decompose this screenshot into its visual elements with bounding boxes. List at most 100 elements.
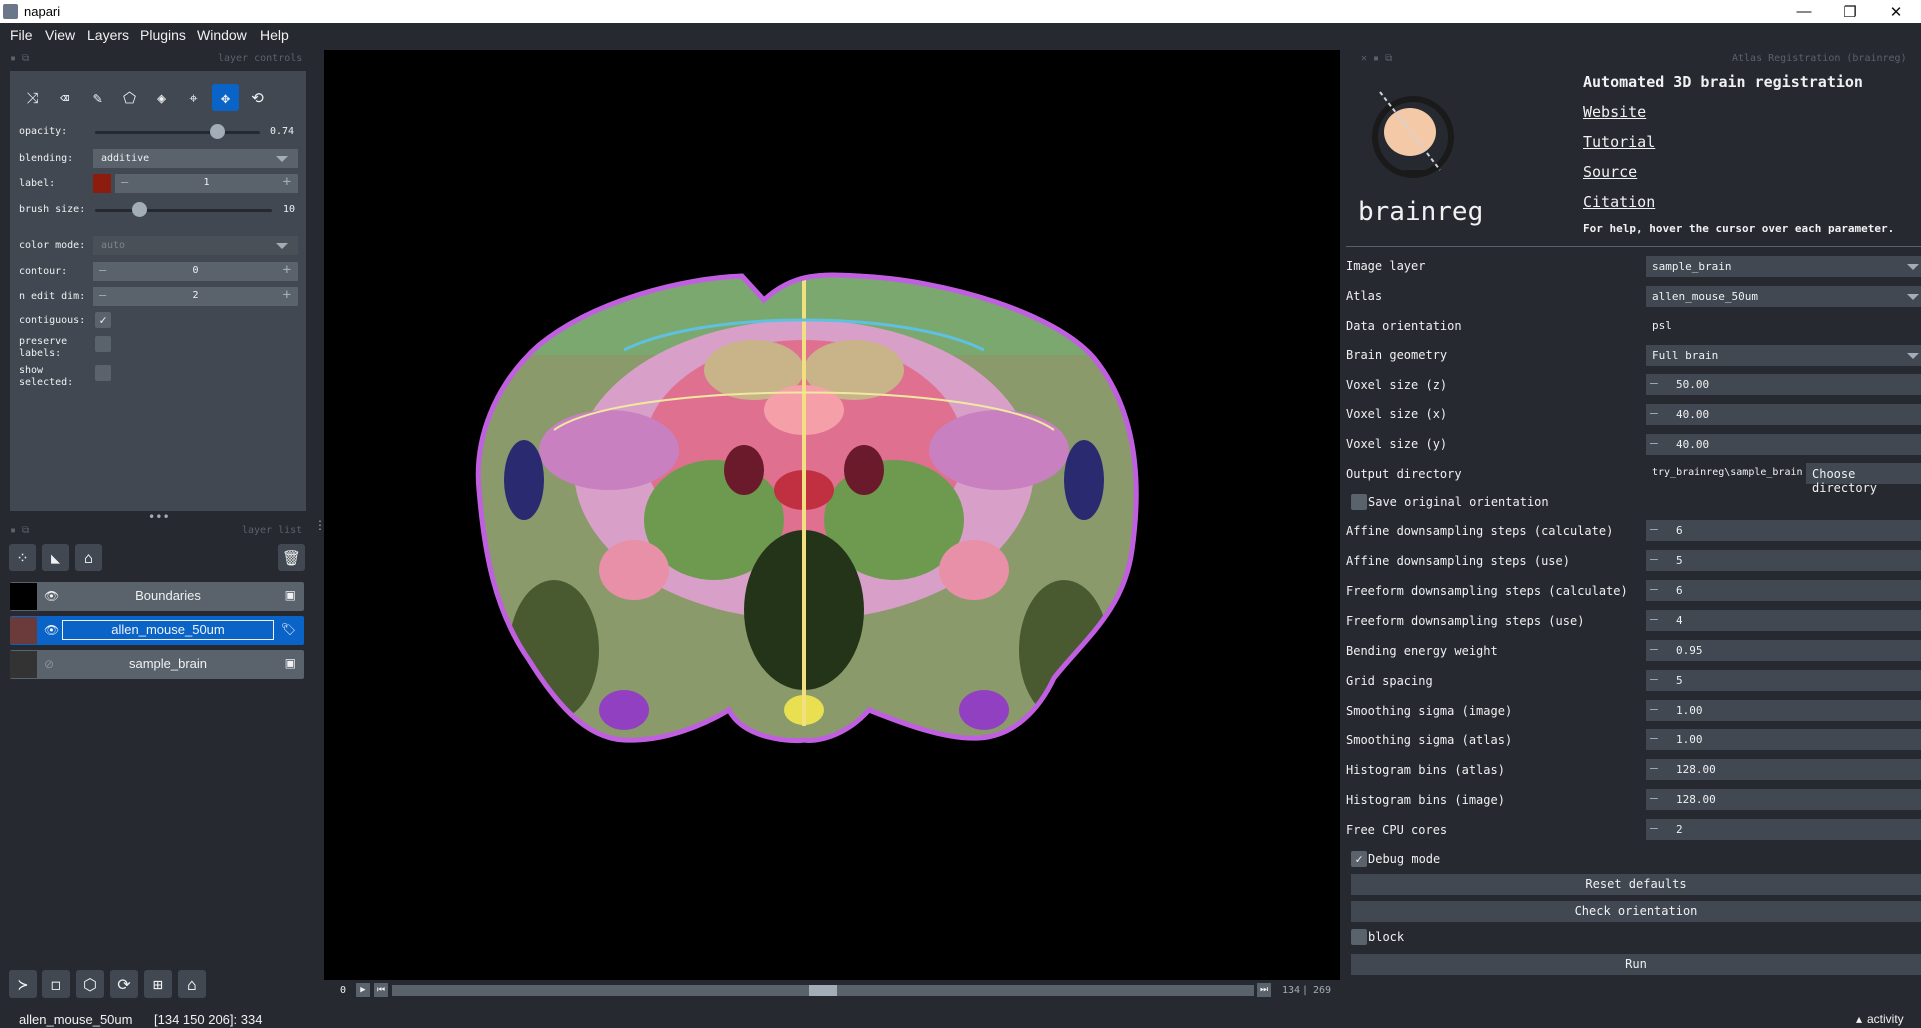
source-link[interactable]: Source — [1583, 163, 1637, 181]
minus-icon[interactable]: — — [1650, 376, 1658, 391]
website-link[interactable]: Website — [1583, 103, 1646, 121]
minus-icon[interactable]: — — [1650, 522, 1658, 537]
minus-icon[interactable]: — — [1650, 672, 1658, 687]
color-mode-select[interactable]: auto — [93, 236, 298, 255]
minus-icon[interactable]: — — [1650, 702, 1658, 717]
preserve-labels-checkbox[interactable] — [95, 336, 111, 352]
minus-icon[interactable]: — — [1650, 761, 1658, 776]
delete-layer-button[interactable]: 🗑 — [278, 544, 305, 571]
polygon-icon[interactable]: ⬠ — [116, 84, 143, 111]
transform-icon[interactable]: ⟲ — [244, 84, 271, 111]
menu-plugins[interactable]: Plugins — [140, 27, 186, 43]
activity-button[interactable]: activity — [1867, 1012, 1904, 1026]
play-icon[interactable]: ▶ — [356, 983, 370, 997]
grid-spacing-spinbox[interactable]: —5 — [1646, 670, 1921, 691]
ndisplay-2d-icon[interactable]: ◻ — [42, 970, 70, 998]
roll-dims-icon[interactable]: ⟳ — [110, 970, 138, 998]
layer-name[interactable]: allen_mouse_50um — [62, 620, 274, 640]
picker-icon[interactable]: ⌖ — [180, 84, 207, 111]
layer-row-boundaries[interactable]: 👁 Boundaries ▣ — [10, 582, 304, 611]
minus-icon[interactable]: — — [1650, 791, 1658, 806]
viewer-canvas[interactable] — [324, 50, 1340, 980]
dims-slider-handle[interactable] — [809, 985, 837, 996]
plus-icon[interactable]: + — [283, 287, 291, 303]
tutorial-link[interactable]: Tutorial — [1583, 133, 1655, 151]
freeform-use-spinbox[interactable]: —4 — [1646, 610, 1921, 631]
new-labels-layer-button[interactable]: ⌂ — [75, 544, 102, 571]
minus-icon[interactable]: — — [1650, 406, 1658, 421]
block-checkbox[interactable] — [1351, 929, 1367, 945]
eye-icon[interactable]: 👁 — [44, 623, 59, 637]
menu-layers[interactable]: Layers — [87, 27, 129, 43]
dock-close-float-icons[interactable]: ✕ ▪ ⧉ — [1361, 53, 1392, 64]
minimize-button[interactable]: — — [1781, 0, 1827, 23]
dock-float-icons[interactable]: ▪ ⧉ — [10, 53, 29, 64]
minus-icon[interactable]: — — [1650, 582, 1658, 597]
freeform-calc-spinbox[interactable]: —6 — [1646, 580, 1921, 601]
plus-icon[interactable]: + — [283, 174, 291, 190]
brush-icon[interactable]: ✎ — [84, 84, 111, 111]
close-button[interactable]: ✕ — [1873, 0, 1919, 23]
splitter-handle[interactable]: ••• — [148, 510, 170, 524]
maximize-button[interactable]: ❐ — [1827, 0, 1873, 23]
layer-row-sample-brain[interactable]: ⊘ sample_brain ▣ — [10, 650, 304, 679]
pan-zoom-icon[interactable]: ✥ — [212, 84, 239, 111]
new-shapes-layer-button[interactable]: ◣ — [42, 544, 69, 571]
activity-caret-icon[interactable]: ▴ — [1856, 1012, 1862, 1026]
free-cpu-cores-spinbox[interactable]: —2 — [1646, 819, 1921, 840]
minus-icon[interactable]: — — [1650, 821, 1658, 836]
menu-file[interactable]: File — [10, 27, 33, 43]
show-selected-checkbox[interactable] — [95, 365, 111, 381]
shuffle-icon[interactable]: ⤨ — [19, 84, 46, 111]
histogram-image-spinbox[interactable]: — 128.00 — [1646, 789, 1921, 810]
minus-icon[interactable]: — — [1650, 731, 1658, 746]
plus-icon[interactable]: + — [283, 262, 291, 278]
step-forward-icon[interactable]: ⏭ — [1257, 983, 1271, 997]
menu-help[interactable]: Help — [260, 27, 289, 43]
citation-link[interactable]: Citation — [1583, 193, 1655, 211]
contour-spinbox[interactable]: —0 + — [93, 262, 298, 281]
opacity-slider-handle[interactable] — [210, 124, 226, 139]
reset-defaults-button[interactable]: Reset defaults — [1351, 874, 1921, 895]
new-points-layer-button[interactable]: ⁘ — [9, 544, 36, 571]
opacity-slider[interactable] — [95, 131, 260, 134]
debug-mode-checkbox[interactable]: ✓ — [1351, 851, 1367, 867]
brush-size-slider[interactable] — [95, 209, 272, 212]
minus-icon[interactable]: — — [1650, 436, 1658, 451]
eraser-icon[interactable]: ⌫ — [51, 84, 78, 111]
eye-off-icon[interactable]: ⊘ — [44, 657, 54, 671]
eye-icon[interactable]: 👁 — [44, 589, 59, 603]
voxel-size-x-spinbox[interactable]: — 40.00 — [1646, 404, 1921, 425]
blending-select[interactable]: additive — [93, 149, 298, 168]
save-orientation-checkbox[interactable] — [1351, 494, 1367, 510]
minus-icon[interactable]: — — [1650, 612, 1658, 627]
brain-geometry-select[interactable]: Full brain — [1646, 345, 1921, 366]
step-back-icon[interactable]: ⏮ — [374, 983, 388, 997]
data-orientation-input[interactable]: psl — [1646, 315, 1921, 336]
smoothing-atlas-spinbox[interactable]: — 1.00 — [1646, 729, 1921, 750]
fill-icon[interactable]: ◈ — [148, 84, 175, 111]
affine-calc-spinbox[interactable]: —6 — [1646, 520, 1921, 541]
choose-directory-button[interactable]: Choose directory — [1806, 463, 1921, 495]
check-orientation-button[interactable]: Check orientation — [1351, 901, 1921, 922]
minus-icon[interactable]: — — [1650, 642, 1658, 657]
layer-row-allen-mouse-50um[interactable]: 👁 allen_mouse_50um 🏷 — [10, 616, 304, 645]
menu-window[interactable]: Window — [197, 27, 247, 43]
console-icon[interactable]: ≻ — [9, 970, 37, 998]
menu-view[interactable]: View — [45, 27, 75, 43]
label-color-swatch[interactable] — [93, 174, 111, 193]
label-spinbox[interactable]: —1 + — [115, 174, 298, 193]
voxel-size-z-spinbox[interactable]: — 50.00 — [1646, 374, 1921, 395]
bending-energy-spinbox[interactable]: — 0.95 — [1646, 640, 1921, 661]
affine-use-spinbox[interactable]: —5 — [1646, 550, 1921, 571]
atlas-select[interactable]: allen_mouse_50um — [1646, 286, 1921, 307]
home-icon[interactable]: ⌂ — [178, 970, 206, 998]
output-directory-input[interactable]: try_brainreg\sample_brain — [1646, 463, 1803, 484]
minus-icon[interactable]: — — [1650, 552, 1658, 567]
run-button[interactable]: Run — [1351, 954, 1921, 975]
dims-slider[interactable] — [392, 985, 1254, 996]
contiguous-checkbox[interactable]: ✓ — [95, 312, 111, 328]
voxel-size-y-spinbox[interactable]: — 40.00 — [1646, 434, 1921, 455]
image-layer-select[interactable]: sample_brain — [1646, 256, 1921, 277]
dock-float-icons[interactable]: ▪ ⧉ — [10, 525, 29, 536]
